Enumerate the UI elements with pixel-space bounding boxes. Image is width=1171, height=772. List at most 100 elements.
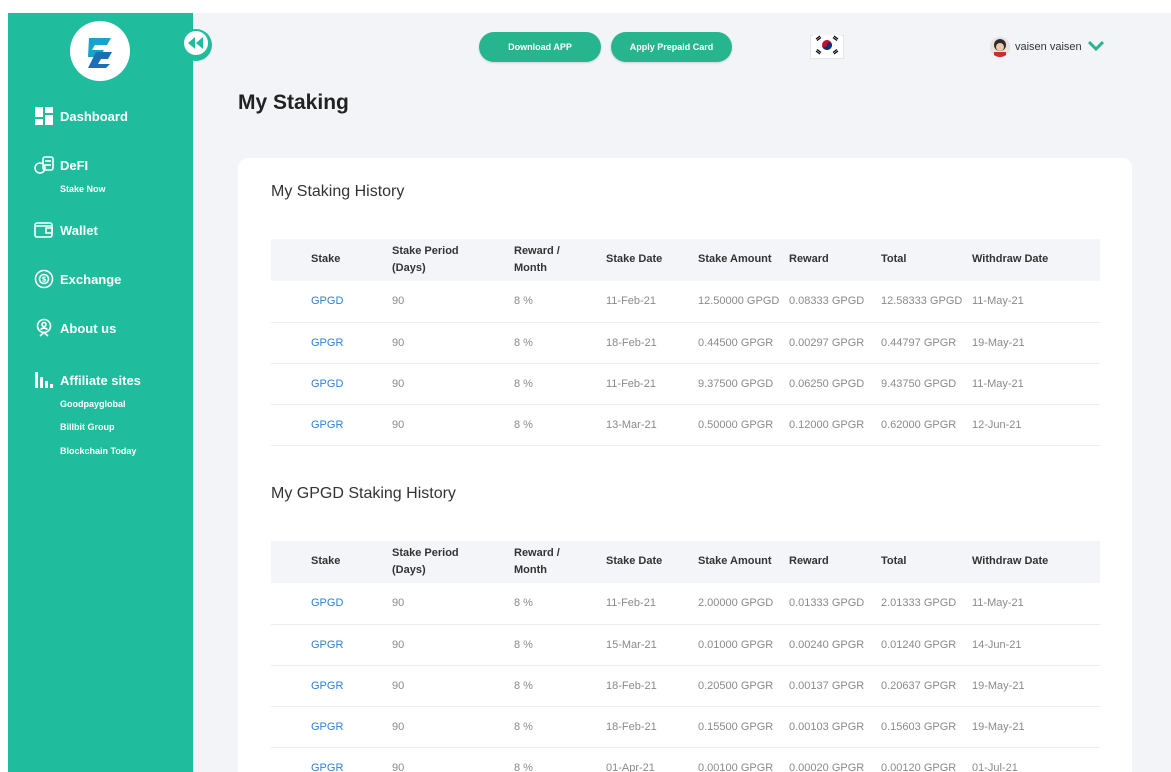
sidebar-item-label: Dashboard [60,108,128,124]
column-header-label: Reward [789,555,829,568]
column-header: Stake Date [602,239,694,281]
column-header-label: Stake [311,253,341,266]
stake-token-link[interactable]: GPGD [271,583,388,625]
rewind-icon [183,30,209,61]
stake-token-link[interactable]: GPGD [271,281,388,323]
dashboard-icon [34,106,54,126]
staking-history-title: My Staking History [271,183,405,200]
avatar [990,37,1010,57]
table-cell: 14-Jun-21 [968,624,1100,666]
sidebar-subitem-stake-now[interactable]: Stake Now [60,184,106,194]
column-header: Stake [271,541,388,583]
download-app-button[interactable]: Download APP [479,32,601,62]
table-cell: 8 % [510,747,602,772]
table-cell: 0.00020 GPGR [785,747,877,772]
table-cell: 2.00000 GPGD [694,583,785,625]
user-name: vaisen vaisen [1015,41,1082,53]
table-cell: 0.00103 GPGR [785,706,877,748]
table-cell: 0.01000 GPGR [694,624,785,666]
stake-token-link[interactable]: GPGD [271,363,388,405]
table-cell: 0.15603 GPGR [877,706,968,748]
stake-token-link[interactable]: GPGR [271,706,388,748]
about-icon [34,318,54,338]
column-header-label: Stake Period [392,546,459,559]
gpgd-staking-history-table: Stake Stake Period (Days) Reward / Month Stak… [271,541,1100,772]
svg-text:$: $ [42,276,47,284]
table-cell: 2.01333 GPGD [877,583,968,625]
bar-chart-icon [34,370,54,390]
sidebar-item-affiliate-sites[interactable]: Affiliate sites [34,370,141,390]
sidebar-subitem-blockchain-today[interactable]: Blockchain Today [60,446,136,456]
sidebar-subitem-billbit-group[interactable]: Billbit Group [60,422,115,432]
table-cell: 9.37500 GPGD [694,363,785,405]
korea-flag-icon [813,34,841,60]
sidebar-item-exchange[interactable]: $ Exchange [34,269,121,289]
column-header: Reward [785,541,877,583]
sidebar-subitem-goodpayglobal[interactable]: Goodpayglobal [60,399,126,409]
table-cell: 11-May-21 [968,281,1100,323]
column-header-label: Stake Amount [698,253,772,266]
staking-history-table: Stake Stake Period (Days) Reward / Month Stak… [271,239,1100,446]
column-header-label: Withdraw Date [972,253,1049,266]
table-row: GPGR 90 8 % 18-Feb-21 0.44500 GPGR 0.00297 GP… [271,322,1100,364]
column-header-label: Stake Period [392,244,459,257]
table-cell: 0.00120 GPGR [877,747,968,772]
gpgd-staking-history-title: My GPGD Staking History [271,485,456,502]
sidebar-item-wallet[interactable]: Wallet [34,220,98,240]
column-header-label: Withdraw Date [972,555,1049,568]
table-cell: 9.43750 GPGD [877,363,968,405]
table-row: GPGD 90 8 % 11-Feb-21 2.00000 GPGD 0.01333 GP… [271,583,1100,625]
column-header-sublabel: Month [514,262,547,274]
table-cell: 15-Mar-21 [602,624,694,666]
table-cell: 8 % [510,281,602,323]
table-row: GPGR 90 8 % 15-Mar-21 0.01000 GPGR 0.00240 GP… [271,624,1100,666]
stake-token-link[interactable]: GPGR [271,404,388,446]
table-cell: 19-May-21 [968,706,1100,748]
table-row: GPGR 90 8 % 01-Apr-21 0.00100 GPGR 0.00020 GP… [271,747,1100,772]
stake-token-link[interactable]: GPGR [271,665,388,707]
exchange-icon: $ [34,269,54,289]
sidebar-item-label: Wallet [60,222,98,238]
apply-prepaid-card-button[interactable]: Apply Prepaid Card [611,32,732,62]
table-cell: 8 % [510,665,602,707]
table-cell: 0.12000 GPGR [785,404,877,446]
sidebar-item-label: Affiliate sites [60,372,141,388]
column-header-label: Total [881,253,907,266]
column-header: Reward / Month [510,239,602,281]
column-header: Withdraw Date [968,541,1100,583]
table-row: GPGR 90 8 % 18-Feb-21 0.20500 GPGR 0.00137 GP… [271,665,1100,707]
table-cell: 18-Feb-21 [602,706,694,748]
sidebar-item-dashboard[interactable]: Dashboard [34,106,128,126]
brand-logo-icon[interactable] [70,21,130,81]
column-header: Total [877,541,968,583]
sidebar-item-defi[interactable]: DeFI [34,155,88,175]
table-cell: 0.00240 GPGR [785,624,877,666]
table-cell: 0.20637 GPGR [877,665,968,707]
column-header-label: Stake Amount [698,555,772,568]
table-row: GPGD 90 8 % 11-Feb-21 12.50000 GPGD 0.08333 G… [271,281,1100,323]
table-cell: 11-May-21 [968,363,1100,405]
table-cell: 12.50000 GPGD [694,281,785,323]
stake-token-link[interactable]: GPGR [271,624,388,666]
language-selector[interactable] [810,34,844,60]
table-cell: 0.08333 GPGD [785,281,877,323]
column-header: Stake [271,239,388,281]
collapse-sidebar-button[interactable] [180,29,212,61]
column-header-sublabel: (Days) [392,262,426,274]
sidebar-item-label: About us [60,320,117,336]
table-cell: 18-Feb-21 [602,322,694,364]
table-cell: 90 [388,322,510,364]
stake-token-link[interactable]: GPGR [271,747,388,772]
coins-icon [34,155,54,175]
table-row: GPGR 90 8 % 13-Mar-21 0.50000 GPGR 0.12000 GP… [271,404,1100,446]
table-cell: 0.15500 GPGR [694,706,785,748]
table-cell: 01-Apr-21 [602,747,694,772]
column-header: Stake Date [602,541,694,583]
sidebar-item-about-us[interactable]: About us [34,318,116,338]
stake-token-link[interactable]: GPGR [271,322,388,364]
user-menu[interactable]: vaisen vaisen [990,37,1105,57]
table-cell: 12.58333 GPGD [877,281,968,323]
staking-card: My Staking History Stake Stake Period (Day… [238,158,1132,772]
column-header-label: Reward / [514,244,560,257]
table-cell: 0.44797 GPGR [877,322,968,364]
